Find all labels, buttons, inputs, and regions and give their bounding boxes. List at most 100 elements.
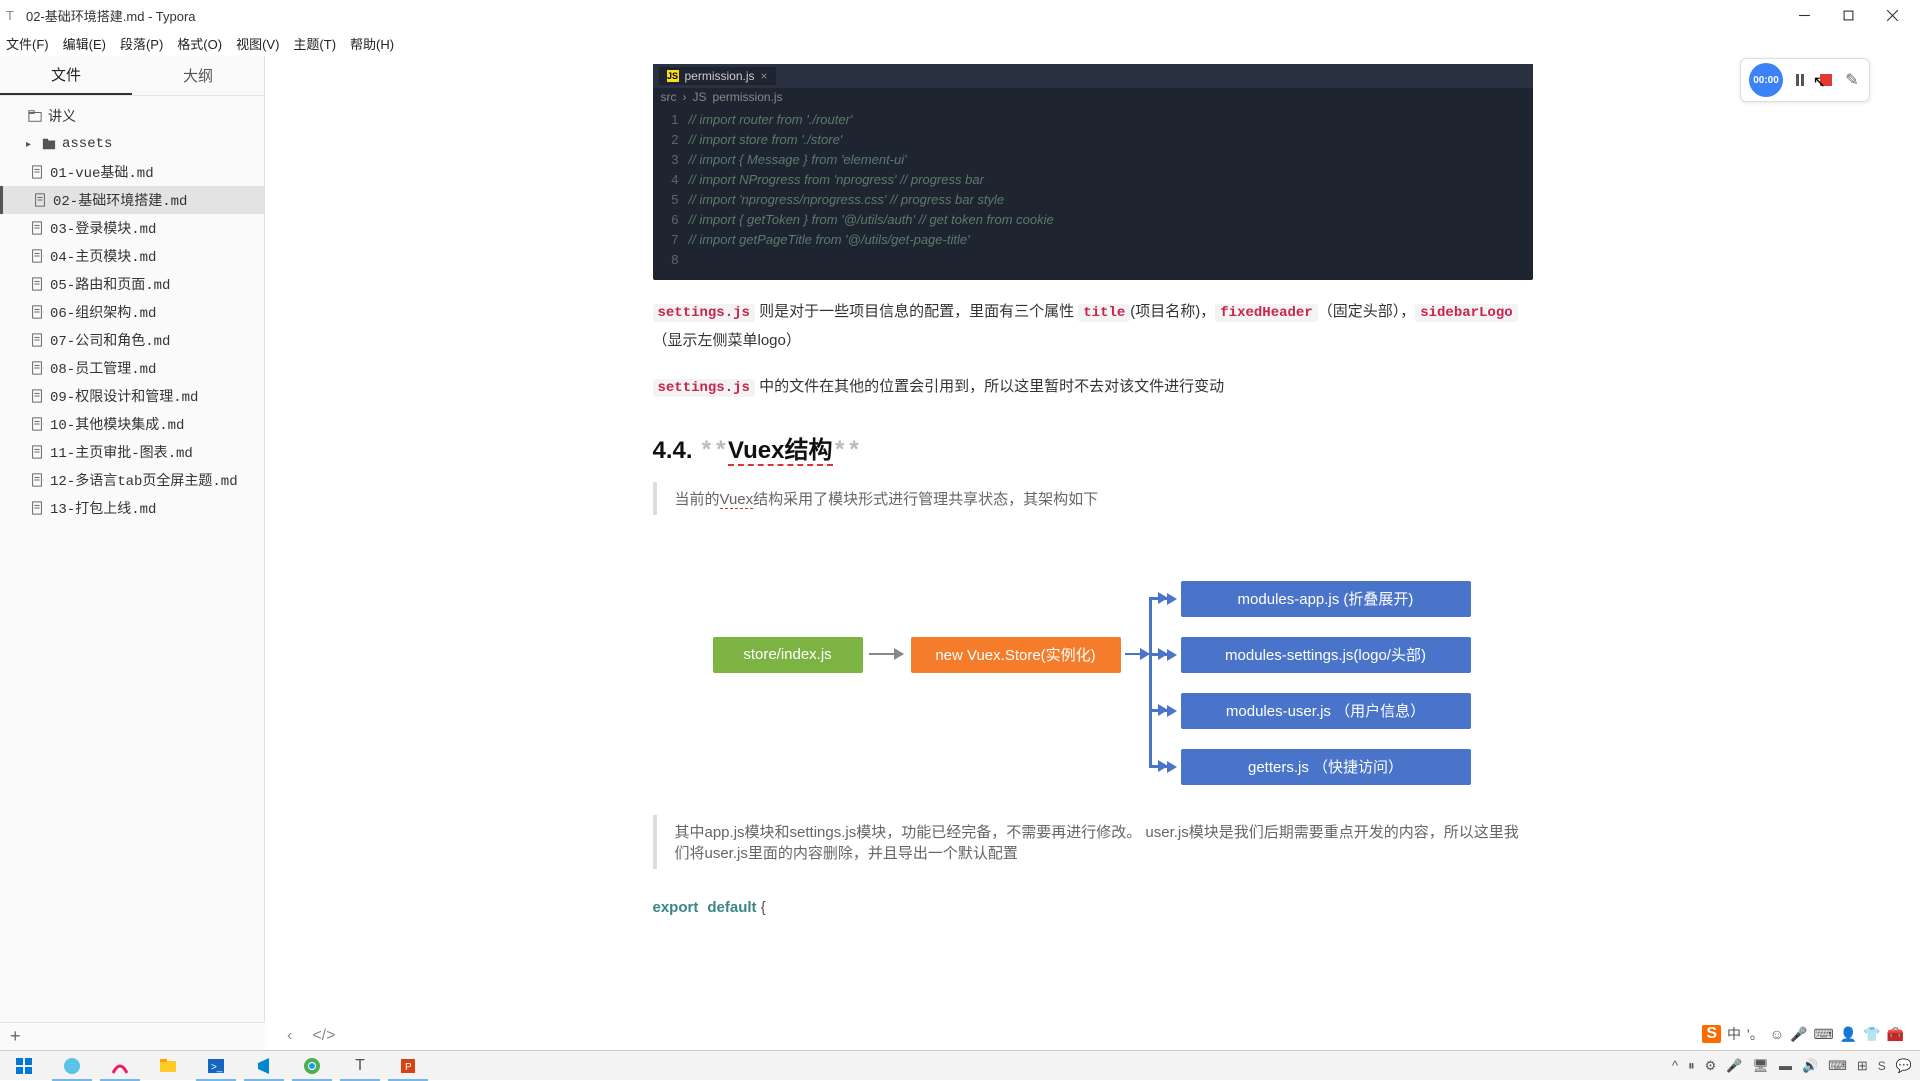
- menu-format[interactable]: 格式(O): [177, 34, 222, 53]
- editor-tab-name: permission.js: [685, 69, 755, 83]
- mic-icon[interactable]: 🎤: [1790, 1026, 1807, 1043]
- js-icon: JS: [693, 90, 707, 104]
- sidebar: 文件 大纲 讲义▸assets01-vue基础.md02-基础环境搭建.md03…: [0, 56, 265, 1050]
- taskbar-app-1[interactable]: [48, 1051, 96, 1081]
- tree-file[interactable]: 11-主页审批-图表.md: [0, 438, 264, 466]
- taskbar-chrome[interactable]: [288, 1051, 336, 1081]
- tray-icon[interactable]: ⚙: [1705, 1058, 1717, 1074]
- shirt-icon[interactable]: 👕: [1863, 1026, 1880, 1043]
- svg-text:>_: >_: [211, 1062, 223, 1073]
- paragraph-settings-desc: settings.js 则是对于一些项目信息的配置，里面有三个属性 title(…: [653, 298, 1533, 355]
- ime-toolbar[interactable]: S 中 '。 ☺ 🎤 ⌨ 👤 👕 🧰: [1696, 1022, 1910, 1046]
- taskbar-powerpoint[interactable]: P: [384, 1051, 432, 1081]
- tree-file[interactable]: 10-其他模块集成.md: [0, 410, 264, 438]
- ime-punct[interactable]: '。: [1747, 1024, 1764, 1044]
- heading-vuex[interactable]: 4.4. **Vuex结构**: [653, 430, 1533, 466]
- tray-notification-icon[interactable]: 💬: [1896, 1058, 1912, 1074]
- diagram-module-settings: modules-settings.js(logo/头部): [1181, 637, 1471, 673]
- menu-edit[interactable]: 编辑(E): [63, 34, 106, 53]
- taskbar-vscode[interactable]: [240, 1051, 288, 1081]
- tree-file[interactable]: 06-组织架构.md: [0, 298, 264, 326]
- editor-content[interactable]: JS permission.js × src › JS permission.j…: [265, 56, 1920, 1050]
- menu-paragraph[interactable]: 段落(P): [120, 34, 163, 53]
- arrow-icon: [1167, 593, 1177, 605]
- back-button[interactable]: ‹: [287, 1027, 292, 1045]
- blockquote-intro: 当前的Vuex结构采用了模块形式进行管理共享状态，其架构如下: [653, 482, 1533, 515]
- tray-volume-icon[interactable]: 🔊: [1802, 1058, 1818, 1074]
- stop-button[interactable]: [1817, 71, 1835, 89]
- annotate-button[interactable]: ✎: [1843, 71, 1861, 89]
- code-settings-js: settings.js: [653, 304, 755, 322]
- tab-outline[interactable]: 大纲: [132, 56, 264, 95]
- heading-number: 4.4.: [653, 437, 700, 464]
- maximize-button[interactable]: [1826, 1, 1870, 29]
- tray-sogou-icon[interactable]: S: [1878, 1059, 1886, 1073]
- tray-icon[interactable]: ⊞: [1857, 1058, 1868, 1074]
- ime-face[interactable]: ☺: [1770, 1026, 1784, 1042]
- tree-root-folder[interactable]: 讲义: [0, 102, 264, 130]
- tree-file[interactable]: 04-主页模块.md: [0, 242, 264, 270]
- tray-battery-icon[interactable]: ▬: [1779, 1058, 1792, 1073]
- screen-recorder: 00:00 ✎: [1740, 58, 1870, 102]
- tree-file[interactable]: 07-公司和角色.md: [0, 326, 264, 354]
- vuex-diagram: store/index.js new Vuex.Store(实例化) modul…: [713, 545, 1473, 785]
- arrow-icon: [869, 653, 903, 655]
- breadcrumb-src: src: [661, 90, 677, 104]
- tree-file[interactable]: 01-vue基础.md: [0, 158, 264, 186]
- toolbox-icon[interactable]: 🧰: [1887, 1026, 1904, 1043]
- code-editor-block: JS permission.js × src › JS permission.j…: [653, 64, 1533, 280]
- code-settings-js-2: settings.js: [653, 379, 755, 397]
- tray-icon[interactable]: ⏸: [1688, 1058, 1695, 1074]
- taskbar-powershell[interactable]: >_: [192, 1051, 240, 1081]
- code-lines: // import router from './router'// impor…: [689, 110, 1533, 270]
- recorder-timer: 00:00: [1749, 63, 1783, 97]
- svg-text:P: P: [405, 1062, 412, 1073]
- tree-file[interactable]: 02-基础环境搭建.md: [0, 186, 264, 214]
- diagram-getters: getters.js （快捷访问）: [1181, 749, 1471, 785]
- menubar: 文件(F) 编辑(E) 段落(P) 格式(O) 视图(V) 主题(T) 帮助(H…: [0, 30, 1920, 56]
- code-fixedheader: fixedHeader: [1215, 304, 1317, 322]
- paragraph-settings-note: settings.js 中的文件在其他的位置会引用到，所以这里暂时不去对该文件进…: [653, 373, 1533, 402]
- tree-file[interactable]: 03-登录模块.md: [0, 214, 264, 242]
- file-tree: 讲义▸assets01-vue基础.md02-基础环境搭建.md03-登录模块.…: [0, 96, 264, 1050]
- arrow-icon: [1167, 649, 1177, 661]
- menu-file[interactable]: 文件(F): [6, 34, 49, 53]
- editor-tab: JS permission.js ×: [659, 67, 776, 85]
- tree-folder-assets[interactable]: ▸assets: [0, 130, 264, 158]
- tree-file[interactable]: 05-路由和页面.md: [0, 270, 264, 298]
- tray-keyboard-icon[interactable]: ⌨: [1828, 1058, 1847, 1074]
- menu-view[interactable]: 视图(V): [236, 34, 279, 53]
- ime-lang[interactable]: 中: [1727, 1024, 1741, 1044]
- tray-display-icon[interactable]: 🖥: [1752, 1058, 1769, 1074]
- close-button[interactable]: [1870, 1, 1914, 29]
- js-icon: JS: [667, 70, 679, 82]
- tray-chevron-icon[interactable]: ^: [1672, 1058, 1678, 1073]
- tree-file[interactable]: 12-多语言tab页全屏主题.md: [0, 466, 264, 494]
- line-gutter: 12345678: [653, 110, 689, 270]
- start-button[interactable]: [0, 1051, 48, 1081]
- menu-theme[interactable]: 主题(T): [293, 34, 336, 53]
- blockquote-modules: 其中app.js模块和settings.js模块，功能已经完备，不需要再进行修改…: [653, 815, 1533, 869]
- keyboard-icon[interactable]: ⌨: [1813, 1026, 1833, 1043]
- new-file-button[interactable]: +: [10, 1026, 21, 1047]
- taskbar-app-2[interactable]: [96, 1051, 144, 1081]
- pause-button[interactable]: [1791, 71, 1809, 89]
- taskbar-explorer[interactable]: [144, 1051, 192, 1081]
- window-title: 02-基础环境搭建.md - Typora: [26, 6, 196, 25]
- sidebar-footer: +: [0, 1022, 265, 1050]
- tab-files[interactable]: 文件: [0, 56, 132, 95]
- minimize-button[interactable]: [1782, 1, 1826, 29]
- person-icon[interactable]: 👤: [1840, 1026, 1857, 1043]
- tray-mic-icon[interactable]: 🎤: [1726, 1058, 1742, 1074]
- sogou-icon[interactable]: S: [1702, 1025, 1721, 1043]
- menu-help[interactable]: 帮助(H): [350, 34, 394, 53]
- taskbar-typora[interactable]: T: [336, 1051, 384, 1081]
- arrow-icon: [1125, 653, 1149, 655]
- diagram-store: store/index.js: [713, 637, 863, 673]
- tree-file[interactable]: 13-打包上线.md: [0, 494, 264, 522]
- source-mode-button[interactable]: </>: [312, 1027, 335, 1045]
- tree-file[interactable]: 09-权限设计和管理.md: [0, 382, 264, 410]
- arrow-icon: [1167, 705, 1177, 717]
- content-footer: ‹ </>: [275, 1022, 335, 1050]
- tree-file[interactable]: 08-员工管理.md: [0, 354, 264, 382]
